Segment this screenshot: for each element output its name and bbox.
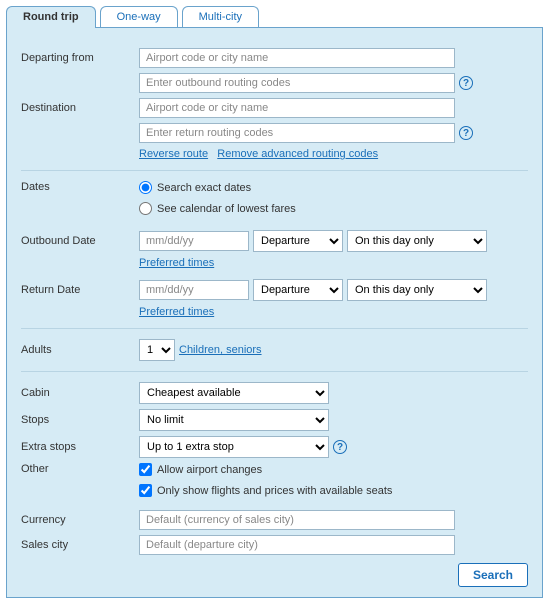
label-sales-city: Sales city	[21, 539, 139, 551]
tab-strip: Round trip One-way Multi-city	[6, 6, 543, 27]
return-preferred-times-link[interactable]: Preferred times	[139, 306, 214, 318]
radio-calendar-fares[interactable]	[139, 202, 152, 215]
outbound-departure-select[interactable]: Departure	[253, 230, 343, 252]
departing-from-input[interactable]	[139, 48, 455, 68]
label-return-date: Return Date	[21, 284, 139, 296]
currency-input[interactable]	[139, 510, 455, 530]
outbound-routing-input[interactable]	[139, 73, 455, 93]
tab-round-trip[interactable]: Round trip	[6, 6, 96, 28]
outbound-preferred-times-link[interactable]: Preferred times	[139, 257, 214, 269]
label-extra-stops: Extra stops	[21, 441, 139, 453]
return-routing-input[interactable]	[139, 123, 455, 143]
destination-input[interactable]	[139, 98, 455, 118]
help-icon[interactable]: ?	[459, 126, 473, 140]
outbound-date-input[interactable]	[139, 231, 249, 251]
outbound-flex-select[interactable]: On this day only	[347, 230, 487, 252]
sales-city-input[interactable]	[139, 535, 455, 555]
adults-select[interactable]: 1	[139, 339, 175, 361]
return-date-input[interactable]	[139, 280, 249, 300]
remove-routing-link[interactable]: Remove advanced routing codes	[217, 148, 378, 160]
check-allow-airport-changes-label: Allow airport changes	[157, 464, 262, 476]
help-icon[interactable]: ?	[333, 440, 347, 454]
cabin-select[interactable]: Cheapest available	[139, 382, 329, 404]
check-allow-airport-changes[interactable]	[139, 463, 152, 476]
check-only-available-label: Only show flights and prices with availa…	[157, 485, 392, 497]
radio-exact-dates-label: Search exact dates	[157, 182, 251, 194]
label-outbound-date: Outbound Date	[21, 235, 139, 247]
label-cabin: Cabin	[21, 387, 139, 399]
tab-multi-city[interactable]: Multi-city	[182, 6, 259, 27]
label-other: Other	[21, 463, 139, 475]
search-panel: Departing from ? Destination ? Reverse r…	[6, 27, 543, 598]
stops-select[interactable]: No limit	[139, 409, 329, 431]
check-only-available[interactable]	[139, 484, 152, 497]
label-destination: Destination	[21, 102, 139, 114]
label-stops: Stops	[21, 414, 139, 426]
extra-stops-select[interactable]: Up to 1 extra stop	[139, 436, 329, 458]
help-icon[interactable]: ?	[459, 76, 473, 90]
label-adults: Adults	[21, 344, 139, 356]
label-dates: Dates	[21, 181, 139, 193]
radio-calendar-fares-label: See calendar of lowest fares	[157, 203, 296, 215]
radio-exact-dates[interactable]	[139, 181, 152, 194]
children-seniors-link[interactable]: Children, seniors	[179, 344, 262, 356]
reverse-route-link[interactable]: Reverse route	[139, 148, 208, 160]
label-currency: Currency	[21, 514, 139, 526]
return-flex-select[interactable]: On this day only	[347, 279, 487, 301]
search-button[interactable]: Search	[458, 563, 528, 587]
return-departure-select[interactable]: Departure	[253, 279, 343, 301]
label-departing-from: Departing from	[21, 52, 139, 64]
tab-one-way[interactable]: One-way	[100, 6, 178, 27]
